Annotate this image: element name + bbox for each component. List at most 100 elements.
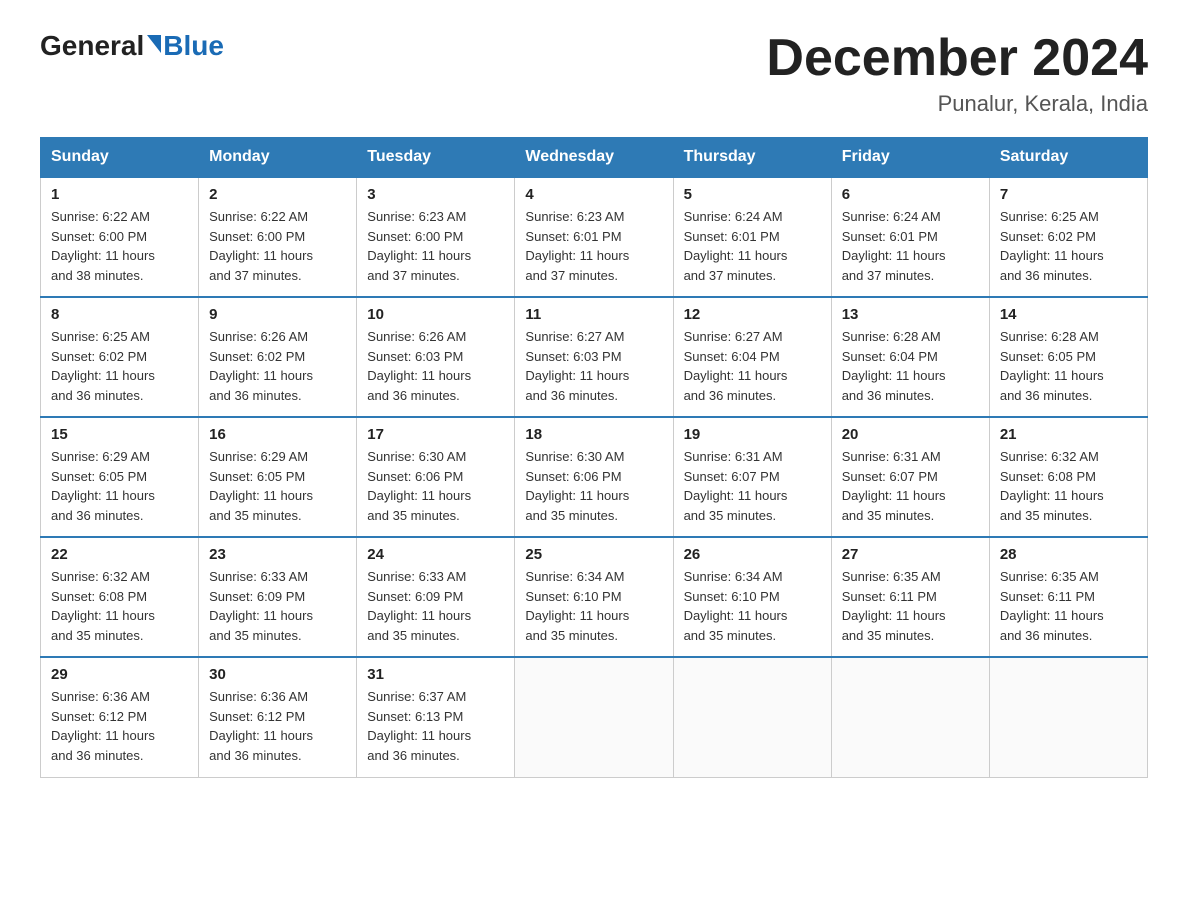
day-info: Sunrise: 6:26 AMSunset: 6:03 PMDaylight:… [367,329,471,403]
calendar-week-row: 29 Sunrise: 6:36 AMSunset: 6:12 PMDaylig… [41,657,1148,777]
day-info: Sunrise: 6:36 AMSunset: 6:12 PMDaylight:… [51,689,155,763]
day-info: Sunrise: 6:26 AMSunset: 6:02 PMDaylight:… [209,329,313,403]
day-number: 27 [842,546,979,563]
page-header: General Blue December 2024 Punalur, Kera… [40,30,1148,117]
day-info: Sunrise: 6:33 AMSunset: 6:09 PMDaylight:… [367,569,471,643]
calendar-cell: 13 Sunrise: 6:28 AMSunset: 6:04 PMDaylig… [831,297,989,417]
day-number: 23 [209,546,346,563]
calendar-cell [831,657,989,777]
day-number: 22 [51,546,188,563]
col-header-tuesday: Tuesday [357,138,515,178]
day-number: 20 [842,426,979,443]
logo: General Blue [40,30,224,62]
day-info: Sunrise: 6:30 AMSunset: 6:06 PMDaylight:… [525,449,629,523]
calendar-cell: 22 Sunrise: 6:32 AMSunset: 6:08 PMDaylig… [41,537,199,657]
day-number: 14 [1000,306,1137,323]
day-number: 18 [525,426,662,443]
calendar-cell: 31 Sunrise: 6:37 AMSunset: 6:13 PMDaylig… [357,657,515,777]
day-info: Sunrise: 6:22 AMSunset: 6:00 PMDaylight:… [209,209,313,283]
day-info: Sunrise: 6:24 AMSunset: 6:01 PMDaylight:… [684,209,788,283]
calendar-week-row: 1 Sunrise: 6:22 AMSunset: 6:00 PMDayligh… [41,177,1148,297]
calendar-cell [515,657,673,777]
day-number: 7 [1000,186,1137,203]
calendar-cell [989,657,1147,777]
calendar-cell: 25 Sunrise: 6:34 AMSunset: 6:10 PMDaylig… [515,537,673,657]
day-number: 31 [367,666,504,683]
calendar-cell: 12 Sunrise: 6:27 AMSunset: 6:04 PMDaylig… [673,297,831,417]
day-number: 19 [684,426,821,443]
calendar-cell: 14 Sunrise: 6:28 AMSunset: 6:05 PMDaylig… [989,297,1147,417]
calendar-cell: 1 Sunrise: 6:22 AMSunset: 6:00 PMDayligh… [41,177,199,297]
day-number: 5 [684,186,821,203]
day-number: 12 [684,306,821,323]
calendar-cell [673,657,831,777]
calendar-cell: 2 Sunrise: 6:22 AMSunset: 6:00 PMDayligh… [199,177,357,297]
col-header-friday: Friday [831,138,989,178]
calendar-cell: 3 Sunrise: 6:23 AMSunset: 6:00 PMDayligh… [357,177,515,297]
calendar-week-row: 8 Sunrise: 6:25 AMSunset: 6:02 PMDayligh… [41,297,1148,417]
calendar-cell: 21 Sunrise: 6:32 AMSunset: 6:08 PMDaylig… [989,417,1147,537]
day-number: 8 [51,306,188,323]
logo-text: General Blue [40,30,224,62]
location: Punalur, Kerala, India [766,91,1148,117]
day-info: Sunrise: 6:33 AMSunset: 6:09 PMDaylight:… [209,569,313,643]
calendar-cell: 26 Sunrise: 6:34 AMSunset: 6:10 PMDaylig… [673,537,831,657]
calendar-cell: 17 Sunrise: 6:30 AMSunset: 6:06 PMDaylig… [357,417,515,537]
day-info: Sunrise: 6:34 AMSunset: 6:10 PMDaylight:… [525,569,629,643]
calendar-cell: 5 Sunrise: 6:24 AMSunset: 6:01 PMDayligh… [673,177,831,297]
day-number: 26 [684,546,821,563]
day-info: Sunrise: 6:35 AMSunset: 6:11 PMDaylight:… [1000,569,1104,643]
day-number: 28 [1000,546,1137,563]
day-number: 30 [209,666,346,683]
calendar-cell: 7 Sunrise: 6:25 AMSunset: 6:02 PMDayligh… [989,177,1147,297]
calendar-cell: 8 Sunrise: 6:25 AMSunset: 6:02 PMDayligh… [41,297,199,417]
day-number: 24 [367,546,504,563]
day-info: Sunrise: 6:28 AMSunset: 6:05 PMDaylight:… [1000,329,1104,403]
day-info: Sunrise: 6:31 AMSunset: 6:07 PMDaylight:… [842,449,946,523]
day-number: 29 [51,666,188,683]
calendar-cell: 11 Sunrise: 6:27 AMSunset: 6:03 PMDaylig… [515,297,673,417]
calendar-cell: 10 Sunrise: 6:26 AMSunset: 6:03 PMDaylig… [357,297,515,417]
day-number: 16 [209,426,346,443]
logo-blue: Blue [163,30,224,62]
day-info: Sunrise: 6:23 AMSunset: 6:00 PMDaylight:… [367,209,471,283]
calendar-cell: 4 Sunrise: 6:23 AMSunset: 6:01 PMDayligh… [515,177,673,297]
calendar-cell: 29 Sunrise: 6:36 AMSunset: 6:12 PMDaylig… [41,657,199,777]
day-number: 9 [209,306,346,323]
calendar-cell: 23 Sunrise: 6:33 AMSunset: 6:09 PMDaylig… [199,537,357,657]
day-info: Sunrise: 6:34 AMSunset: 6:10 PMDaylight:… [684,569,788,643]
calendar-cell: 18 Sunrise: 6:30 AMSunset: 6:06 PMDaylig… [515,417,673,537]
calendar-cell: 27 Sunrise: 6:35 AMSunset: 6:11 PMDaylig… [831,537,989,657]
calendar-header-row: SundayMondayTuesdayWednesdayThursdayFrid… [41,138,1148,178]
day-info: Sunrise: 6:23 AMSunset: 6:01 PMDaylight:… [525,209,629,283]
day-number: 11 [525,306,662,323]
day-info: Sunrise: 6:31 AMSunset: 6:07 PMDaylight:… [684,449,788,523]
day-info: Sunrise: 6:30 AMSunset: 6:06 PMDaylight:… [367,449,471,523]
calendar-cell: 19 Sunrise: 6:31 AMSunset: 6:07 PMDaylig… [673,417,831,537]
calendar-cell: 28 Sunrise: 6:35 AMSunset: 6:11 PMDaylig… [989,537,1147,657]
col-header-saturday: Saturday [989,138,1147,178]
day-number: 10 [367,306,504,323]
col-header-sunday: Sunday [41,138,199,178]
day-number: 21 [1000,426,1137,443]
logo-arrow-icon [147,35,161,53]
day-number: 3 [367,186,504,203]
calendar-cell: 16 Sunrise: 6:29 AMSunset: 6:05 PMDaylig… [199,417,357,537]
title-section: December 2024 Punalur, Kerala, India [766,30,1148,117]
calendar-cell: 6 Sunrise: 6:24 AMSunset: 6:01 PMDayligh… [831,177,989,297]
day-info: Sunrise: 6:22 AMSunset: 6:00 PMDaylight:… [51,209,155,283]
day-number: 6 [842,186,979,203]
calendar-week-row: 15 Sunrise: 6:29 AMSunset: 6:05 PMDaylig… [41,417,1148,537]
day-info: Sunrise: 6:29 AMSunset: 6:05 PMDaylight:… [51,449,155,523]
col-header-wednesday: Wednesday [515,138,673,178]
col-header-monday: Monday [199,138,357,178]
day-info: Sunrise: 6:32 AMSunset: 6:08 PMDaylight:… [51,569,155,643]
day-info: Sunrise: 6:32 AMSunset: 6:08 PMDaylight:… [1000,449,1104,523]
day-number: 4 [525,186,662,203]
day-info: Sunrise: 6:24 AMSunset: 6:01 PMDaylight:… [842,209,946,283]
calendar-cell: 24 Sunrise: 6:33 AMSunset: 6:09 PMDaylig… [357,537,515,657]
day-number: 15 [51,426,188,443]
day-number: 13 [842,306,979,323]
day-info: Sunrise: 6:27 AMSunset: 6:04 PMDaylight:… [684,329,788,403]
day-info: Sunrise: 6:35 AMSunset: 6:11 PMDaylight:… [842,569,946,643]
